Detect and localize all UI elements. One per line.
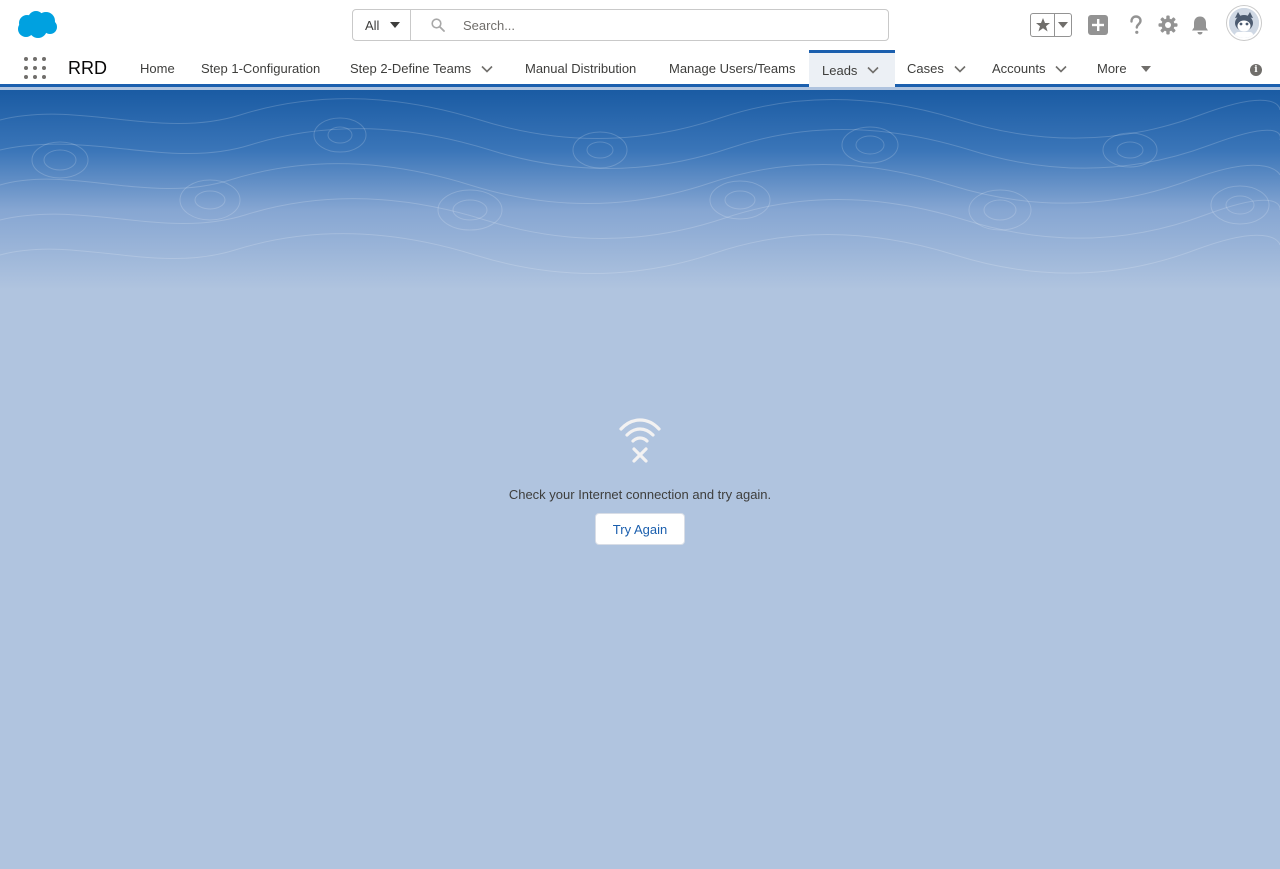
app-name: RRD [68, 58, 107, 78]
avatar[interactable] [1227, 6, 1261, 40]
app-nav-bar: RRD Home Step 1-Configuration Step 2-Def… [0, 50, 1280, 87]
nav-item-label: Leads [822, 62, 858, 78]
nav-item-manage-users-teams[interactable]: Manage Users/Teams [657, 50, 807, 87]
nav-item-step-2-define-teams[interactable]: Step 2-Define Teams [338, 50, 505, 87]
gear-icon [1158, 15, 1178, 35]
setup-button[interactable] [1156, 13, 1180, 37]
caret-down-icon [1058, 22, 1068, 28]
nav-item-leads[interactable]: Leads [809, 50, 895, 87]
nav-item-label: Step 2-Define Teams [350, 61, 472, 76]
bell-icon [1192, 16, 1208, 35]
nav-item-label: Cases [907, 61, 944, 76]
nav-item-step-1-configuration[interactable]: Step 1-Configuration [189, 50, 332, 87]
topographic-pattern [0, 98, 1280, 274]
nav-item-label: More [1097, 61, 1127, 76]
nav-item-manual-distribution[interactable]: Manual Distribution [513, 50, 648, 87]
try-again-button[interactable]: Try Again [595, 513, 685, 545]
nav-item-label: Manage Users/Teams [669, 61, 796, 76]
favorites-list-button[interactable] [1055, 14, 1071, 36]
search-input[interactable] [411, 10, 888, 40]
help-button[interactable] [1124, 13, 1148, 37]
nav-item-home[interactable]: Home [128, 50, 187, 87]
chevron-down-icon[interactable] [867, 64, 879, 76]
salesforce-logo[interactable] [16, 10, 58, 40]
nav-item-label: Home [140, 61, 175, 76]
wifi-off-icon [619, 418, 661, 463]
offline-text: Check your Internet connection and try a… [508, 487, 772, 502]
notifications-button[interactable] [1188, 13, 1212, 37]
star-icon [1035, 18, 1050, 32]
app-launcher-icon[interactable] [24, 57, 48, 81]
nav-item-label: Manual Distribution [525, 61, 637, 76]
search-scope-select[interactable]: All [353, 10, 411, 40]
nav-item-label: Step 1-Configuration [201, 61, 321, 76]
plus-icon [1088, 15, 1108, 35]
nav-item-accounts[interactable]: Accounts [980, 50, 1079, 87]
caret-down-icon [390, 22, 400, 28]
user-avatar-icon [1229, 8, 1259, 38]
search-scope-label: All [365, 17, 380, 33]
search-icon [431, 18, 445, 32]
favorites-button[interactable] [1031, 14, 1055, 36]
info-icon[interactable]: i [1250, 64, 1262, 76]
offline-message: Check your Internet connection and try a… [0, 414, 1280, 502]
chevron-down-icon[interactable] [1055, 63, 1068, 75]
global-actions-button[interactable] [1086, 13, 1110, 37]
caret-down-icon [1140, 65, 1151, 72]
nav-item-more[interactable]: More [1085, 50, 1164, 87]
global-header: All [0, 0, 1280, 50]
chevron-down-icon[interactable] [481, 63, 493, 75]
nav-item-cases[interactable]: Cases [895, 50, 978, 87]
global-search: All [352, 9, 889, 41]
nav-item-label: Accounts [992, 61, 1046, 76]
background-banner [0, 90, 1280, 290]
favorites-control [1030, 13, 1072, 37]
chevron-down-icon[interactable] [954, 63, 966, 75]
help-icon [1130, 15, 1142, 34]
search-field [411, 10, 888, 40]
